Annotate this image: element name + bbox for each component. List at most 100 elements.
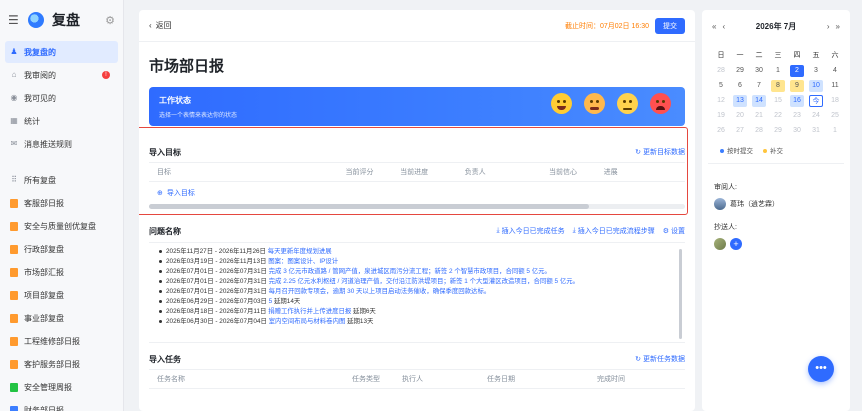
- goal-link[interactable]: 每月召开回款专项会，逾期 30 天以上项目启动法务催收，确保季度回款达标。: [269, 288, 491, 295]
- goal-link[interactable]: 完成 3 亿元市政道路 / 管网产值，泉进城区雨污分流工程；新签 2 个智慧市政…: [269, 268, 551, 275]
- vertical-scrollbar[interactable]: [679, 249, 682, 339]
- grid-icon: ⠿: [11, 175, 17, 184]
- sidebar-item-1[interactable]: ⌂ 我审阅的!: [5, 64, 118, 86]
- back-button[interactable]: ‹ 返回: [149, 20, 565, 31]
- calendar-day[interactable]: 13: [733, 95, 747, 107]
- calendar-day[interactable]: 25: [828, 110, 842, 122]
- sidebar-review-item[interactable]: 行政部复盘: [5, 238, 118, 260]
- calendar-day[interactable]: 4: [828, 65, 842, 77]
- sidebar-item-label: 统计: [24, 116, 40, 126]
- goal-link[interactable]: 室内空间布局与材料卷内图: [269, 318, 346, 325]
- weekday-label: 一: [736, 52, 744, 59]
- calendar-day[interactable]: 10: [809, 80, 823, 92]
- next-year-icon[interactable]: »: [836, 22, 840, 31]
- sidebar-review-item[interactable]: 事业部复盘: [5, 307, 118, 329]
- gear-icon[interactable]: ⚙: [105, 14, 115, 27]
- calendar-day[interactable]: 28: [714, 65, 728, 77]
- sidebar-item-0[interactable]: ♟ 我复盘的: [5, 41, 118, 63]
- neutral-emoji-icon[interactable]: [617, 93, 638, 114]
- goal-link[interactable]: 每天更新年度规划进展: [268, 248, 332, 255]
- calendar-day[interactable]: 2: [790, 65, 804, 77]
- sidebar-review-item[interactable]: 财务部日报: [5, 399, 118, 411]
- thinking-emoji-icon[interactable]: [584, 93, 605, 114]
- horizontal-scrollbar[interactable]: [149, 204, 685, 209]
- sidebar-item-4[interactable]: ✉ 消息推送规则: [5, 133, 118, 155]
- update-tasks-link[interactable]: ↻ 更新任务数据: [635, 354, 685, 364]
- goal-link[interactable]: 图案：图案设计、IP设计: [268, 258, 338, 265]
- sidebar-review-item[interactable]: 市场部汇报: [5, 261, 118, 283]
- calendar-day[interactable]: 30: [790, 125, 804, 137]
- sidebar-review-list: 客服部日报 安全与质量创优复盘行政部复盘市场部汇报项目部复盘 事业部复盘 工程维修部日…: [0, 192, 123, 411]
- calendar-day[interactable]: 22: [771, 110, 785, 122]
- calendar-day[interactable]: 今: [809, 95, 823, 107]
- calendar-day[interactable]: 3: [809, 65, 823, 77]
- calendar-day[interactable]: 6: [733, 80, 747, 92]
- calendar-day[interactable]: 9: [790, 80, 804, 92]
- page-title: 市场部日报: [149, 58, 225, 75]
- calendar-day[interactable]: 5: [714, 80, 728, 92]
- person-icon: ♟: [10, 47, 18, 56]
- angry-emoji-icon[interactable]: [650, 93, 671, 114]
- insert-steps-link[interactable]: ⤓ 插入今日已完成流程步骤: [573, 226, 655, 236]
- settings-link[interactable]: ⚙ 设置: [663, 226, 685, 236]
- chart-icon: ▦: [10, 116, 18, 125]
- calendar-day[interactable]: 16: [790, 95, 804, 107]
- calendar-day[interactable]: 18: [828, 95, 842, 107]
- prev-year-icon[interactable]: «: [712, 22, 716, 31]
- calendar-day[interactable]: 27: [733, 125, 747, 137]
- weekday-label: 日: [717, 52, 725, 59]
- sidebar-review-item[interactable]: 客护服务部日报: [5, 353, 118, 375]
- download-icon: ⤓: [496, 227, 500, 234]
- calendar-day[interactable]: 1: [771, 65, 785, 77]
- calendar-day[interactable]: 23: [790, 110, 804, 122]
- sidebar-item-label: 我可见的: [24, 93, 56, 103]
- sidebar-item-label: 市场部汇报: [24, 267, 64, 277]
- avatar[interactable]: [714, 238, 726, 250]
- calendar-day[interactable]: 24: [809, 110, 823, 122]
- calendar-day[interactable]: 29: [733, 65, 747, 77]
- sidebar-review-item[interactable]: 项目部复盘: [5, 284, 118, 306]
- import-tasks-header: 导入任务 ↻ 更新任务数据: [139, 351, 695, 367]
- menu-icon[interactable]: ☰: [8, 13, 20, 27]
- sidebar-review-item[interactable]: 工程维修部日报: [5, 330, 118, 352]
- calendar-day[interactable]: 26: [714, 125, 728, 137]
- submit-button[interactable]: 提交: [655, 17, 685, 34]
- calendar-day[interactable]: 14: [752, 95, 766, 107]
- more-actions-button[interactable]: •••: [808, 356, 834, 382]
- calendar-day[interactable]: 19: [714, 110, 728, 122]
- insert-tasks-link[interactable]: ⤓ 插入今日已完成任务: [497, 226, 565, 236]
- sidebar-review-item[interactable]: 安全与质量创优复盘: [5, 215, 118, 237]
- sidebar-review-item[interactable]: 安全管理周报: [5, 376, 118, 398]
- cc-label: 抄送人:: [714, 224, 737, 231]
- calendar-day[interactable]: 30: [752, 65, 766, 77]
- reviewer[interactable]: 葛玮（逍艺霖）: [702, 198, 850, 210]
- cc-list: +: [702, 238, 850, 250]
- delay-text: 延期14天: [272, 298, 301, 305]
- sidebar-item-2[interactable]: ◉ 我可见的: [5, 87, 118, 109]
- document-icon: [10, 382, 18, 392]
- calendar-day[interactable]: 29: [771, 125, 785, 137]
- weekday-label: 六: [831, 52, 839, 59]
- calendar-day[interactable]: 31: [809, 125, 823, 137]
- document-icon: [10, 313, 18, 323]
- add-cc-button[interactable]: +: [730, 238, 742, 250]
- calendar-day[interactable]: 28: [752, 125, 766, 137]
- calendar-day[interactable]: 1: [828, 125, 842, 137]
- next-month-icon[interactable]: ›: [827, 22, 830, 31]
- sidebar-section-all[interactable]: ⠿ 所有复盘: [5, 169, 118, 191]
- goal-link[interactable]: 捐赠工作执行并上传进度日报: [268, 308, 351, 315]
- calendar-day[interactable]: 15: [771, 95, 785, 107]
- goal-link[interactable]: 完成 2.25 亿元水利枢纽 / 河道治理产值，交付沿江防洪堤项目；新签 1 个…: [269, 278, 579, 285]
- laughing-emoji-icon[interactable]: [551, 93, 572, 114]
- sidebar-review-item[interactable]: 客服部日报: [5, 192, 118, 214]
- weekday-label: 三: [774, 52, 782, 59]
- calendar-day[interactable]: 7: [752, 80, 766, 92]
- sidebar-item-3[interactable]: ▦ 统计: [5, 110, 118, 132]
- calendar-day[interactable]: 21: [752, 110, 766, 122]
- calendar-day[interactable]: 8: [771, 80, 785, 92]
- calendar-day[interactable]: 11: [828, 80, 842, 92]
- sidebar-item-label: 行政部复盘: [24, 244, 64, 254]
- calendar-day[interactable]: 12: [714, 95, 728, 107]
- calendar-day[interactable]: 20: [733, 110, 747, 122]
- sidebar-item-label: 我审阅的: [24, 70, 56, 80]
